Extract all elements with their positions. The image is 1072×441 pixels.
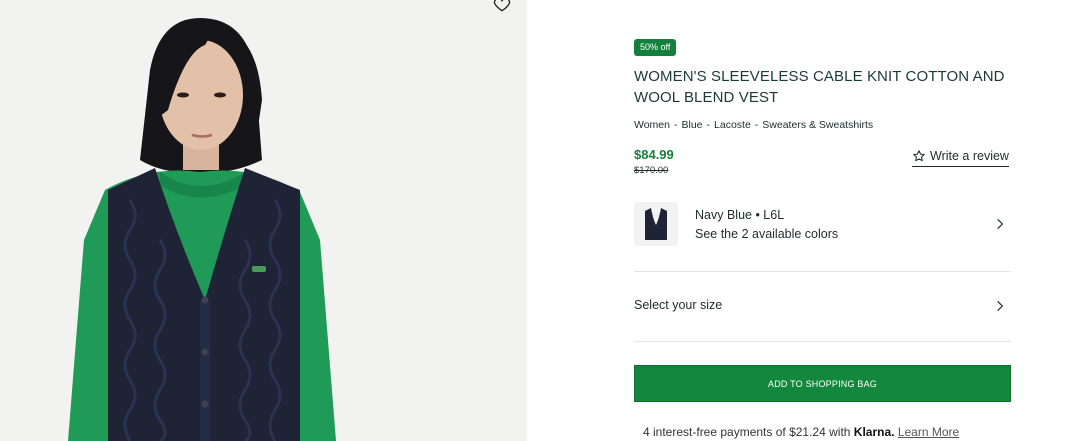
star-icon: [913, 150, 925, 162]
breadcrumb-item-sweaters[interactable]: Sweaters & Sweatshirts: [762, 119, 873, 131]
breadcrumb-item-lacoste[interactable]: Lacoste: [714, 119, 751, 131]
breadcrumb-separator: -: [674, 119, 678, 131]
add-to-bag-button[interactable]: ADD TO SHOPPING BAG: [634, 365, 1011, 402]
chevron-right-icon: [997, 300, 1004, 312]
write-review-link[interactable]: Write a review: [912, 147, 1009, 167]
heart-icon: [493, 0, 511, 12]
product-image[interactable]: [0, 0, 527, 441]
breadcrumb-item-blue[interactable]: Blue: [682, 119, 703, 131]
write-review-label: Write a review: [930, 149, 1009, 163]
klarna-learn-more-link[interactable]: Learn More: [898, 425, 959, 439]
selected-color-name: Navy Blue • L6L: [695, 208, 785, 222]
color-selector[interactable]: Navy Blue • L6L See the 2 available colo…: [634, 202, 1011, 248]
chevron-right-icon: [997, 218, 1004, 230]
divider: [634, 341, 1011, 342]
original-price: $170.00: [634, 165, 669, 176]
klarna-brand: Klarna.: [853, 425, 895, 439]
product-title: WOMEN'S SLEEVELESS CABLE KNIT COTTON AND…: [634, 68, 1005, 106]
select-size-label: Select your size: [634, 298, 723, 312]
product-photo-illustration: [0, 0, 527, 441]
breadcrumb-separator: -: [706, 119, 711, 131]
vest-thumbnail-icon: [645, 208, 667, 240]
available-colors-text: See the 2 available colors: [695, 227, 839, 241]
color-thumbnail: [634, 202, 678, 246]
wishlist-heart-button[interactable]: [492, 0, 516, 18]
breadcrumb: Women - Blue - Lacoste - Sweaters & Swea…: [634, 119, 873, 131]
breadcrumb-item-women[interactable]: Women: [634, 119, 670, 131]
klarna-payment-info: 4 interest-free payments of $21.24 with …: [643, 425, 959, 439]
breadcrumb-separator: -: [754, 119, 759, 131]
divider: [634, 271, 1011, 272]
size-selector[interactable]: Select your size: [634, 288, 1011, 324]
sale-price: $84.99: [634, 147, 674, 162]
discount-badge: 50% off: [634, 39, 677, 56]
klarna-prefix-text: 4 interest-free payments of $21.24 with: [643, 425, 851, 439]
